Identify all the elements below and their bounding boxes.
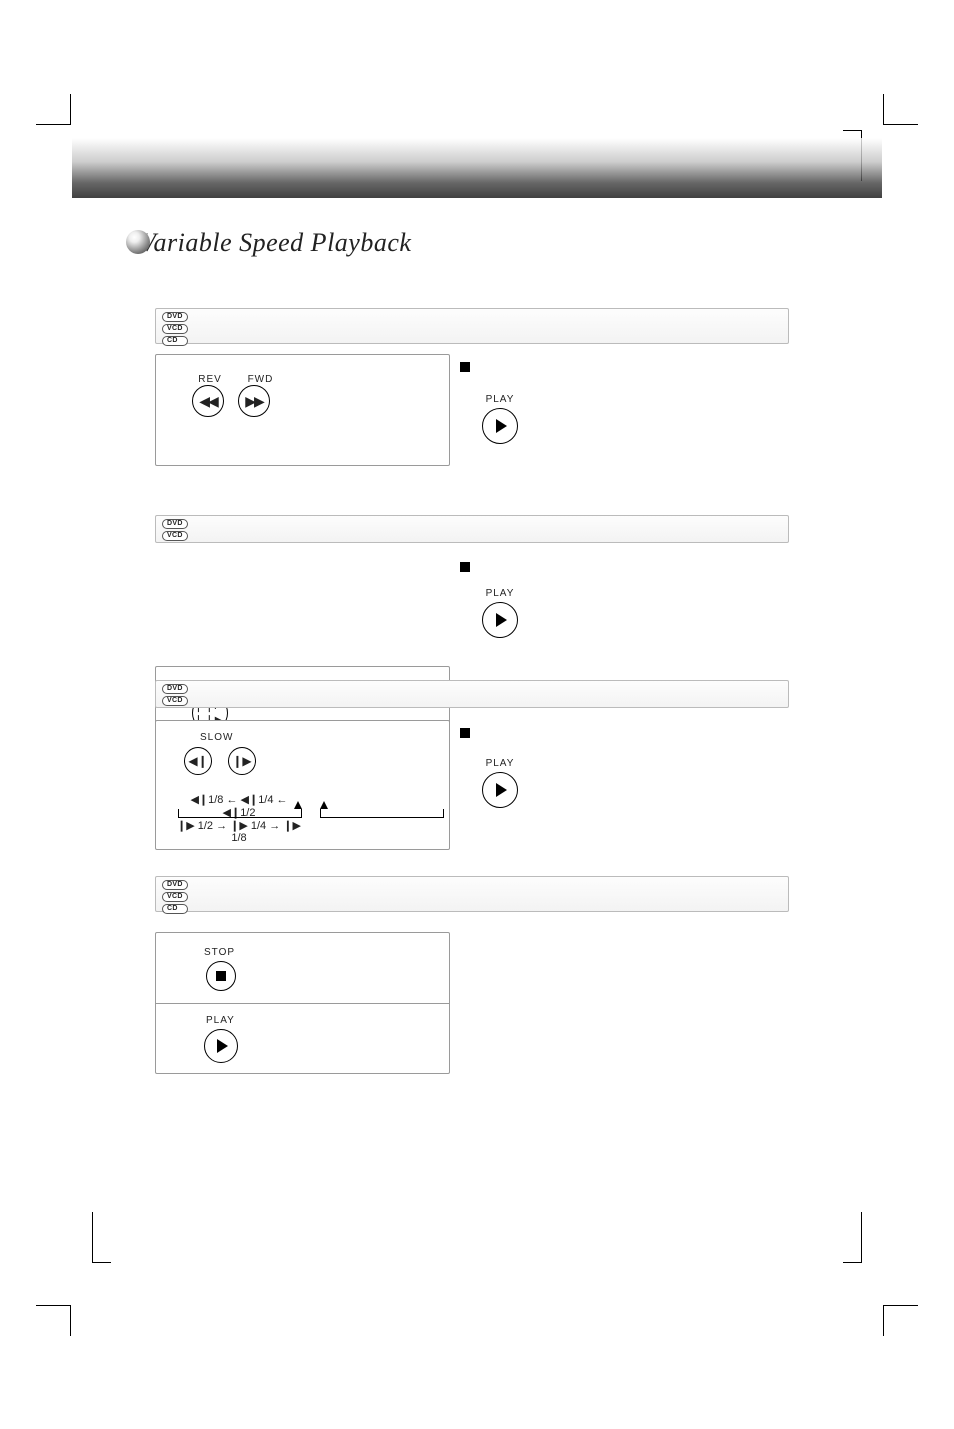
square-bullet-icon xyxy=(460,362,470,372)
stop-label: STOP xyxy=(204,947,235,958)
card-stop-resume: STOP PLAY xyxy=(155,932,450,1074)
play-icon xyxy=(496,419,507,433)
play-icon xyxy=(217,1039,228,1053)
header-banner xyxy=(72,138,882,198)
card-slow: SLOW ◀❙ ❙▶ ◀❙1/8 ← ◀❙1/4 ← ◀❙1/2 ❙▶ 1/2 … xyxy=(155,720,450,850)
play-icon xyxy=(496,613,507,627)
slow-rev-button[interactable]: ◀❙ xyxy=(184,747,212,775)
note-fastscan xyxy=(460,358,785,376)
badge-dvd: DVD xyxy=(162,880,188,890)
crop-mark xyxy=(36,124,70,125)
crop-mark xyxy=(883,1305,884,1336)
slow-rev-icon: ◀❙ xyxy=(188,754,207,768)
play-resume-slow: PLAY xyxy=(470,758,530,808)
badge-cd: CD xyxy=(162,904,188,914)
crop-mark xyxy=(884,1305,918,1306)
play-button[interactable] xyxy=(204,1029,238,1063)
page-title-wrap: Variable Speed Playback xyxy=(140,228,411,258)
badge-dvd: DVD xyxy=(162,312,188,322)
badge-vcd: VCD xyxy=(162,531,188,541)
slow-fwd-icon: ❙▶ xyxy=(232,754,251,768)
crop-mark xyxy=(36,1305,70,1306)
cycle-bracket-rev xyxy=(178,809,302,818)
slow-fwd-button[interactable]: ❙▶ xyxy=(228,747,256,775)
section-bar-fastscan: DVD VCD CD xyxy=(155,308,789,344)
badge-cd: CD xyxy=(162,336,188,346)
stop-button[interactable] xyxy=(206,961,236,991)
title-bullet-icon xyxy=(126,230,150,254)
crop-mark xyxy=(70,94,71,125)
card-fastscan: REV FWD ◀◀ ▶▶ xyxy=(155,354,450,466)
play-label: PLAY xyxy=(470,758,530,769)
note-step xyxy=(460,558,785,576)
play-icon xyxy=(496,783,507,797)
slow-fwd-sequence: ❙▶ 1/2 → ❙▶ 1/4 → ❙▶ 1/8 xyxy=(174,819,304,844)
badge-vcd: VCD xyxy=(162,324,188,334)
section-bar-slow: DVD VCD xyxy=(155,680,789,708)
slow-speed-cycle: ◀❙1/8 ← ◀❙1/4 ← ◀❙1/2 ❙▶ 1/2 → ❙▶ 1/4 → … xyxy=(174,793,449,844)
rev-button[interactable]: ◀◀ xyxy=(192,385,224,417)
page-title: Variable Speed Playback xyxy=(140,228,411,258)
play-resume-fastscan: PLAY xyxy=(470,394,530,444)
slow-label: SLOW xyxy=(200,732,233,743)
fwd-button[interactable]: ▶▶ xyxy=(238,385,270,417)
cycle-bracket-fwd xyxy=(320,809,444,818)
play-label: PLAY xyxy=(470,588,530,599)
play-resume-step: PLAY xyxy=(470,588,530,638)
square-bullet-icon xyxy=(460,728,470,738)
card-divider xyxy=(156,1003,449,1004)
rev-label: REV xyxy=(190,374,230,385)
section-bar-stop: DVD VCD CD xyxy=(155,876,789,912)
play-button[interactable] xyxy=(482,772,518,808)
play-button[interactable] xyxy=(482,602,518,638)
crop-mark xyxy=(883,94,884,125)
square-bullet-icon xyxy=(460,562,470,572)
fwd-label: FWD xyxy=(240,374,280,385)
play-button[interactable] xyxy=(482,408,518,444)
badge-vcd: VCD xyxy=(162,696,188,706)
note-slow xyxy=(460,724,785,742)
section-bar-step: DVD VCD xyxy=(155,515,789,543)
crop-bracket xyxy=(92,1212,111,1263)
badge-dvd: DVD xyxy=(162,519,188,529)
fwd-icon: ▶▶ xyxy=(245,393,263,410)
stop-icon xyxy=(216,971,226,981)
play-label: PLAY xyxy=(206,1015,235,1026)
badge-vcd: VCD xyxy=(162,892,188,902)
crop-mark xyxy=(70,1305,71,1336)
play-label: PLAY xyxy=(470,394,530,405)
badge-dvd: DVD xyxy=(162,684,188,694)
rev-icon: ◀◀ xyxy=(199,393,217,410)
crop-mark xyxy=(884,124,918,125)
crop-bracket xyxy=(843,1212,862,1263)
